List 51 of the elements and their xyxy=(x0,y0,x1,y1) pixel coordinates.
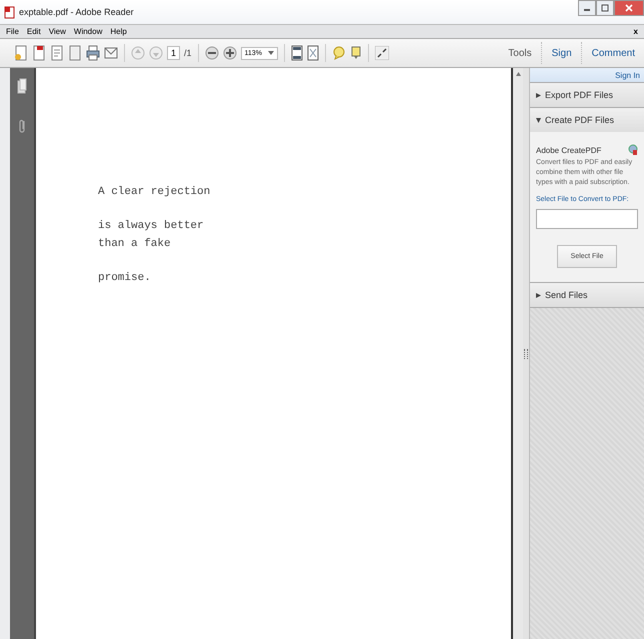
maximize-button[interactable] xyxy=(596,0,614,16)
panel-section-header[interactable]: Export PDF Files xyxy=(530,82,644,107)
document-text: A clear rejection xyxy=(98,185,212,200)
document-text: is always better xyxy=(98,219,205,234)
envelope-icon[interactable] xyxy=(104,45,118,61)
page-number-field[interactable]: 1 xyxy=(167,46,180,60)
document-icon xyxy=(4,6,15,18)
maximize-icon xyxy=(601,4,609,12)
file-input-field[interactable] xyxy=(536,209,638,229)
menu-item[interactable]: Help xyxy=(110,27,127,36)
caret-icon xyxy=(268,51,274,55)
up-arrow-icon[interactable] xyxy=(516,72,520,76)
zoom-in-icon[interactable] xyxy=(222,46,237,60)
page-view-icon[interactable] xyxy=(290,45,303,61)
tool-tab[interactable]: Tools xyxy=(503,48,537,58)
page-view-icon[interactable] xyxy=(306,45,319,61)
panel-section-header[interactable]: Create PDF Files xyxy=(530,107,644,132)
document-icon[interactable] xyxy=(50,45,64,61)
tool-tab[interactable]: Sign xyxy=(546,48,577,58)
page-count: /1 xyxy=(184,48,192,58)
minimize-button[interactable] xyxy=(578,0,596,16)
zoom-out-icon[interactable] xyxy=(204,46,219,60)
document-icon[interactable] xyxy=(14,45,28,61)
scrollbar[interactable] xyxy=(511,68,523,639)
sign-in-link[interactable]: Sign In xyxy=(615,70,640,80)
menu-item[interactable]: File xyxy=(6,27,19,36)
panel-section-header[interactable]: Send Files xyxy=(530,282,644,307)
splitter-handle[interactable] xyxy=(524,348,528,358)
window-title: exptable.pdf - Adobe Reader xyxy=(19,7,134,17)
expand-icon[interactable] xyxy=(374,46,389,60)
tool-tab[interactable]: Comment xyxy=(586,48,640,58)
globe-icon xyxy=(628,144,638,156)
close-document-button[interactable]: x xyxy=(634,27,638,36)
document-text: promise. xyxy=(98,271,152,286)
caret-right-icon xyxy=(536,292,541,298)
comment-icon[interactable] xyxy=(332,46,346,60)
section-heading: Adobe CreatePDF xyxy=(536,146,602,154)
menu-item[interactable]: Window xyxy=(74,27,102,36)
menu-item[interactable]: Edit xyxy=(26,27,41,36)
highlighter-icon[interactable] xyxy=(350,46,362,60)
close-button[interactable] xyxy=(614,0,644,16)
menu-item[interactable]: View xyxy=(48,27,66,36)
document-text: than a fake xyxy=(98,237,172,252)
pages-icon[interactable] xyxy=(17,78,27,94)
close-icon xyxy=(625,4,633,12)
document-icon[interactable] xyxy=(68,45,82,61)
printer-icon[interactable] xyxy=(86,45,100,61)
document-icon[interactable] xyxy=(32,45,46,61)
caret-right-icon xyxy=(536,92,541,98)
paperclip-icon[interactable] xyxy=(17,118,27,134)
caret-down-icon xyxy=(536,118,541,122)
